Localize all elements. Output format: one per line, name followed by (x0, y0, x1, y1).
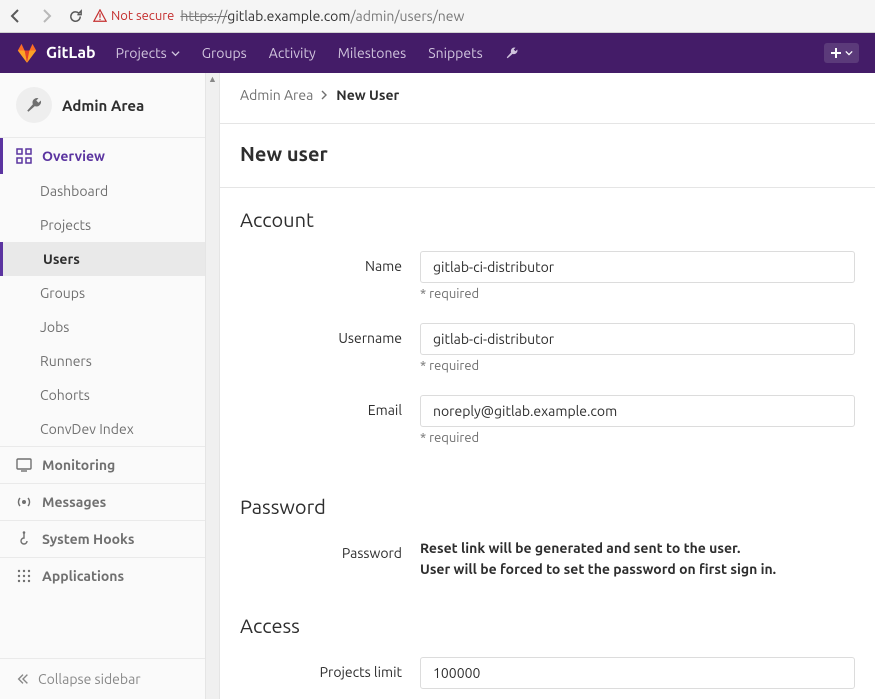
top-nav: Projects Groups Activity Milestones Snip… (116, 45, 519, 61)
breadcrumb-current: New User (336, 87, 399, 103)
sidebar-item-projects[interactable]: Projects (40, 208, 205, 242)
username-required: * required (420, 359, 855, 373)
collapse-sidebar[interactable]: Collapse sidebar (0, 658, 219, 699)
sidebar-item-convdev[interactable]: ConvDev Index (40, 412, 205, 446)
brand-text: GitLab (46, 44, 96, 62)
sidebar-item-jobs[interactable]: Jobs (40, 310, 205, 344)
email-label: Email (240, 395, 420, 418)
nav-activity[interactable]: Activity (269, 45, 316, 61)
context-title: Admin Area (62, 97, 144, 114)
nav-snippets[interactable]: Snippets (428, 45, 482, 61)
forward-icon[interactable] (38, 8, 54, 24)
collapse-icon (16, 672, 30, 686)
projects-limit-label: Projects limit (240, 657, 420, 680)
sidebar-item-runners[interactable]: Runners (40, 344, 205, 378)
hook-icon (16, 531, 32, 547)
sidebar-item-users[interactable]: Users (0, 242, 205, 276)
password-info-line1: Reset link will be generated and sent to… (420, 538, 855, 559)
not-secure-label: Not secure (111, 9, 174, 23)
sidebar-label: Overview (42, 148, 105, 164)
breadcrumb: Admin Area New User (220, 73, 875, 124)
name-input[interactable] (420, 251, 855, 283)
projects-limit-input[interactable] (420, 657, 855, 689)
warning-icon (93, 9, 107, 23)
scroll-up-icon: ▲ (206, 73, 219, 85)
overview-icon (16, 148, 32, 164)
url-text: https://gitlab.example.com/admin/users/n… (180, 8, 464, 24)
section-account: Account Name * required Username * requi… (220, 188, 875, 475)
access-heading: Access (240, 614, 855, 637)
main-content: Admin Area New User New user Account Nam… (220, 73, 875, 699)
back-icon[interactable] (8, 8, 24, 24)
name-label: Name (240, 251, 420, 274)
sidebar-label: Applications (42, 568, 124, 584)
section-access: Access Projects limit (220, 594, 875, 699)
reload-icon[interactable] (68, 9, 83, 24)
address-bar[interactable]: Not secure https://gitlab.example.com/ad… (93, 8, 867, 24)
overview-submenu: Dashboard Projects Users Groups Jobs Run… (0, 174, 205, 446)
breadcrumb-root[interactable]: Admin Area (240, 87, 313, 103)
sidebar: Admin Area Overview Dashboard Projects U… (0, 73, 220, 699)
sidebar-item-overview[interactable]: Overview (0, 138, 205, 174)
plus-icon (830, 47, 842, 59)
sidebar-item-cohorts[interactable]: Cohorts (40, 378, 205, 412)
chevron-down-icon (171, 49, 180, 58)
nav-milestones[interactable]: Milestones (338, 45, 407, 61)
sidebar-label: Messages (42, 494, 106, 510)
email-required: * required (420, 431, 855, 445)
sidebar-label: Monitoring (42, 457, 115, 473)
sidebar-scrollbar[interactable]: ▲ (205, 73, 219, 699)
admin-avatar (16, 87, 52, 123)
sidebar-item-groups[interactable]: Groups (40, 276, 205, 310)
sidebar-item-applications[interactable]: Applications (0, 558, 205, 594)
gitlab-logo-icon (16, 42, 38, 64)
sidebar-label: System Hooks (42, 531, 135, 547)
username-input[interactable] (420, 323, 855, 355)
not-secure-badge: Not secure (93, 9, 174, 23)
new-dropdown[interactable] (824, 43, 859, 63)
nav-groups[interactable]: Groups (202, 45, 247, 61)
password-info: Reset link will be generated and sent to… (420, 538, 855, 580)
sidebar-item-messages[interactable]: Messages (0, 484, 205, 520)
username-label: Username (240, 323, 420, 346)
browser-nav (8, 8, 83, 24)
name-required: * required (420, 287, 855, 301)
chevron-down-icon (845, 49, 853, 57)
nav-admin-wrench[interactable] (505, 46, 519, 60)
wrench-icon (25, 96, 43, 114)
context-header[interactable]: Admin Area (0, 73, 205, 137)
sidebar-item-monitoring[interactable]: Monitoring (0, 447, 205, 483)
nav-projects[interactable]: Projects (116, 45, 180, 61)
sidebar-item-dashboard[interactable]: Dashboard (40, 174, 205, 208)
app-header: GitLab Projects Groups Activity Mileston… (0, 33, 875, 73)
section-password: Password Password Reset link will be gen… (220, 475, 875, 594)
browser-toolbar: Not secure https://gitlab.example.com/ad… (0, 0, 875, 33)
wrench-icon (505, 46, 519, 60)
password-heading: Password (240, 495, 855, 518)
account-heading: Account (240, 208, 855, 231)
broadcast-icon (16, 494, 32, 510)
collapse-label: Collapse sidebar (38, 671, 141, 687)
password-label: Password (240, 538, 420, 561)
logo[interactable]: GitLab (16, 42, 96, 64)
page-title: New user (220, 124, 875, 188)
applications-icon (16, 568, 32, 584)
password-info-line2: User will be forced to set the password … (420, 559, 855, 580)
chevron-right-icon (321, 90, 328, 100)
monitor-icon (16, 457, 32, 473)
sidebar-item-system-hooks[interactable]: System Hooks (0, 521, 205, 557)
header-right (824, 43, 859, 63)
email-input[interactable] (420, 395, 855, 427)
